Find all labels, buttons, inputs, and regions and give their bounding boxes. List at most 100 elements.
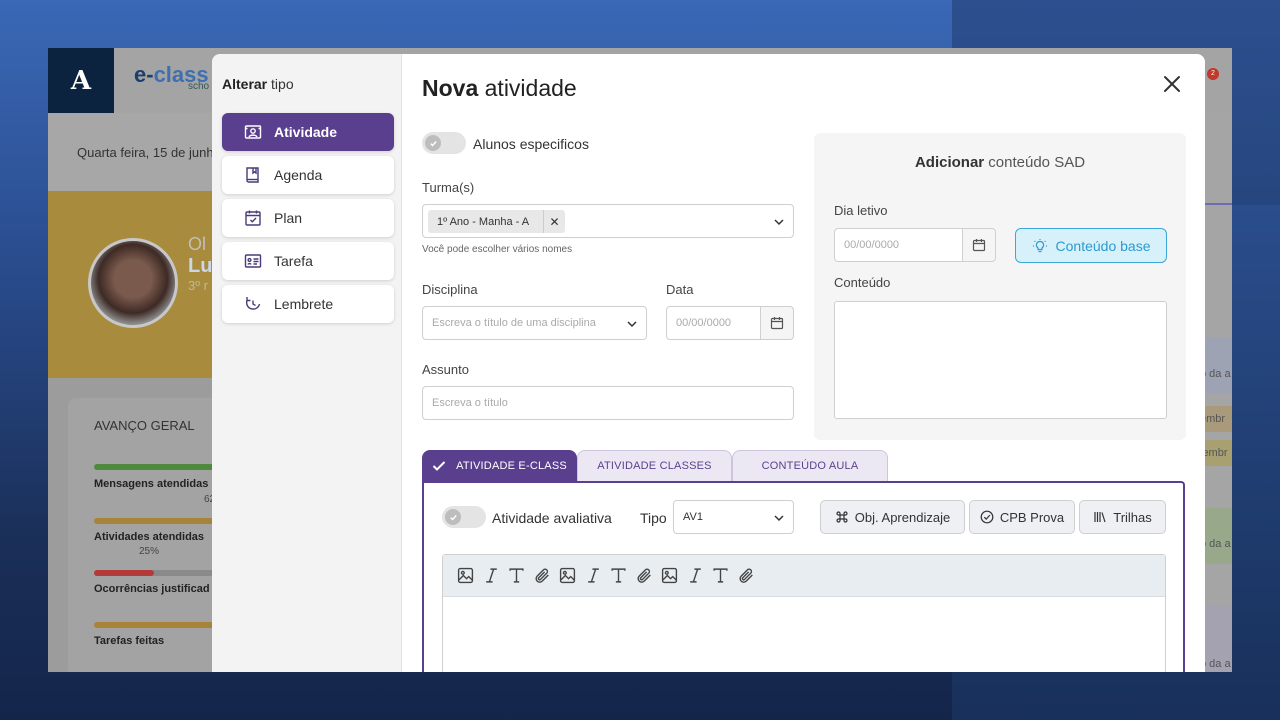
task-list-icon <box>244 252 262 270</box>
text-icon[interactable] <box>508 566 534 586</box>
assunto-label: Assunto <box>422 362 469 377</box>
type-item-plan[interactable]: Plan <box>222 199 394 237</box>
metric-value: 25% <box>139 546 160 557</box>
tab-atividade-classes[interactable]: ATIVIDADE CLASSES <box>577 450 732 481</box>
progress-title: AVANÇO GERAL <box>94 418 195 433</box>
profile-name: Ol Lu 3º r <box>188 234 213 293</box>
atividade-avaliativa-toggle[interactable] <box>442 506 486 528</box>
close-button[interactable] <box>1160 72 1184 96</box>
rich-text-editor[interactable] <box>442 554 1166 672</box>
metric-label: Tarefas feitas <box>94 635 165 647</box>
tab-atividade-eclass[interactable]: ATIVIDADE E-CLASS <box>422 450 577 481</box>
library-icon <box>1094 512 1106 523</box>
type-sidebar: Alterar tipo Atividade Agenda Plan Taref… <box>212 54 402 672</box>
type-item-label: Atividade <box>274 124 338 140</box>
chevron-down-icon <box>774 515 784 522</box>
text-icon[interactable] <box>610 566 636 586</box>
metric-label: Mensagens atendidas <box>94 478 209 490</box>
toggle-knob <box>445 509 461 525</box>
book-icon <box>244 166 262 184</box>
tipo-value: AV1 <box>683 511 703 523</box>
close-icon <box>1164 76 1180 92</box>
sad-panel: Adicionar conteúdo SAD Dia letivo 00/00/… <box>814 133 1186 440</box>
attach-icon[interactable] <box>636 566 662 586</box>
new-activity-modal: Alterar tipo Atividade Agenda Plan Taref… <box>212 54 1205 672</box>
image-icon[interactable] <box>559 566 585 586</box>
tab-conteudo-aula[interactable]: CONTEÚDO AULA <box>732 450 888 481</box>
dia-letivo-input[interactable]: 00/00/0000 <box>834 228 963 262</box>
type-item-tarefa[interactable]: Tarefa <box>222 242 394 280</box>
data-calendar-button[interactable] <box>760 306 794 340</box>
disciplina-placeholder: Escreva o título de uma disciplina <box>432 317 596 329</box>
activity-icon <box>244 123 262 141</box>
type-item-lembrete[interactable]: Lembrete <box>222 285 394 323</box>
sad-title: Adicionar conteúdo SAD <box>914 154 1086 171</box>
obj-aprendizaje-button[interactable]: Obj. Aprendizaje <box>820 500 965 534</box>
type-item-atividade[interactable]: Atividade <box>222 113 394 151</box>
image-icon[interactable] <box>457 566 483 586</box>
assunto-placeholder: Escreva o título <box>432 397 508 409</box>
tab-panel-atividade-eclass: Atividade avaliativa Tipo AV1 Obj. Apren… <box>422 481 1185 672</box>
chevron-down-icon <box>627 321 637 328</box>
lightbulb-icon <box>1032 238 1047 252</box>
right-card <box>1205 508 1232 564</box>
type-item-label: Tarefa <box>274 253 313 269</box>
progress-bar <box>94 622 214 628</box>
tipo-label: Tipo <box>640 510 667 526</box>
dia-letivo-calendar-button[interactable] <box>962 228 996 262</box>
type-item-label: Lembrete <box>274 296 334 312</box>
remove-chip-button[interactable]: ✕ <box>543 210 565 233</box>
alunos-especificos-toggle[interactable] <box>422 132 466 154</box>
progress-bar <box>94 570 214 576</box>
command-icon <box>836 511 848 523</box>
data-placeholder: 00/00/0000 <box>676 317 732 329</box>
right-strip-divider <box>1205 203 1232 205</box>
conteudo-textarea[interactable] <box>834 301 1167 419</box>
conteudo-base-button[interactable]: Conteúdo base <box>1015 228 1167 263</box>
type-item-label: Agenda <box>274 167 323 183</box>
calendar-icon <box>972 239 986 252</box>
cpb-prova-button[interactable]: CPB Prova <box>969 500 1075 534</box>
editor-toolbar <box>443 555 1165 597</box>
assunto-input[interactable]: Escreva o título <box>422 386 794 420</box>
turmas-select[interactable]: 1º Ano - Manha - A ✕ <box>422 204 794 238</box>
brand-sub: scho <box>188 81 210 92</box>
type-item-label: Plan <box>274 210 303 226</box>
trilhas-button[interactable]: Trilhas <box>1079 500 1166 534</box>
data-input[interactable]: 00/00/0000 <box>666 306 761 340</box>
date-text: Quarta feira, 15 de junh <box>77 145 214 160</box>
disciplina-select[interactable]: Escreva o título de uma disciplina <box>422 306 647 340</box>
progress-bar <box>94 518 214 524</box>
modal-title: Nova atividade <box>422 75 577 101</box>
attach-icon[interactable] <box>534 566 560 586</box>
type-sidebar-title: Alterar tipo <box>222 76 294 92</box>
metric-label: Ocorrências justificad <box>94 583 210 595</box>
tipo-select[interactable]: AV1 <box>673 500 794 534</box>
turmas-help: Você pode escolher vários nomes <box>422 244 573 255</box>
attach-icon[interactable] <box>738 566 764 586</box>
data-label: Data <box>666 282 694 297</box>
toggle-knob <box>425 135 441 151</box>
dia-letivo-label: Dia letivo <box>834 203 888 218</box>
turma-chip: 1º Ano - Manha - A ✕ <box>428 210 566 233</box>
calendar-check-icon <box>244 209 262 227</box>
image-icon[interactable] <box>661 566 687 586</box>
avatar <box>88 238 178 328</box>
reminder-icon <box>244 295 262 313</box>
progress-bar <box>94 464 214 470</box>
notification-badge: 2 <box>1207 68 1219 80</box>
italic-icon[interactable] <box>585 566 611 586</box>
disciplina-label: Disciplina <box>422 282 478 297</box>
app-logo: A <box>48 48 114 113</box>
type-item-agenda[interactable]: Agenda <box>222 156 394 194</box>
check-circle-icon <box>980 510 994 524</box>
atividade-avaliativa-label: Atividade avaliativa <box>492 510 612 526</box>
metric-label: Atividades atendidas <box>94 531 205 543</box>
modal-main: Nova atividade Alunos especificos Turma(… <box>402 54 1205 672</box>
chevron-down-icon <box>774 219 784 226</box>
text-icon[interactable] <box>712 566 738 586</box>
italic-icon[interactable] <box>687 566 713 586</box>
conteudo-label: Conteúdo <box>834 275 891 290</box>
italic-icon[interactable] <box>483 566 509 586</box>
turmas-label: Turma(s) <box>422 180 475 195</box>
